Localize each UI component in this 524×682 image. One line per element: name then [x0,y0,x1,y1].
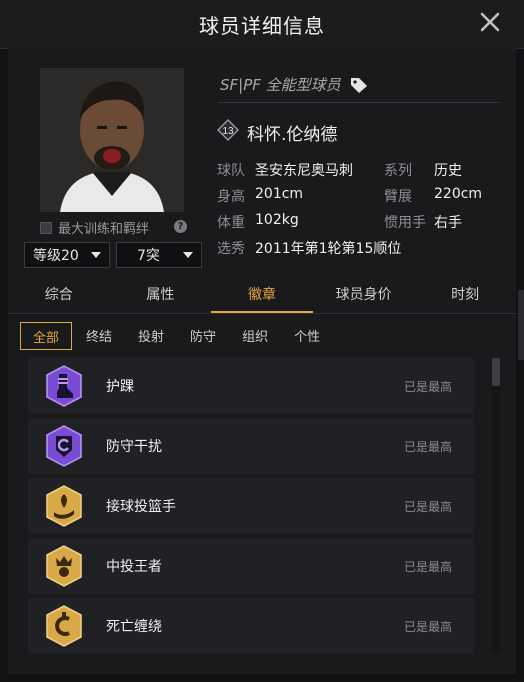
tier-select[interactable]: 7突 [116,242,202,268]
draft-label: 选秀 [217,241,245,257]
death-grip-icon [46,605,82,647]
badge-name: 中投王者 [106,559,162,575]
series-value: 历史 [434,163,462,179]
level-value: 等级20 [33,248,79,264]
draft-value: 2011年第1轮第15顺位 [255,241,402,257]
ankle-brace-icon [46,365,82,407]
jersey-number-badge: 13 [217,119,239,141]
tab-moments[interactable]: 时刻 [414,280,516,314]
team-label: 球队 [217,163,245,179]
tag-icon [350,77,367,93]
type-divider [218,102,500,103]
badge-name: 护踝 [106,379,134,395]
team-value: 圣安东尼奥马刺 [255,163,353,179]
close-icon[interactable] [478,10,502,34]
badge-row[interactable]: 死亡缠绕 已是最高 [28,598,474,654]
filter-defense[interactable]: 防守 [178,322,228,350]
header-bar: 球员详细信息 [0,0,524,49]
catch-and-shoot-icon [46,485,82,527]
tier-value: 7突 [137,248,160,264]
midrange-king-icon [46,545,82,587]
wingspan-label: 臂展 [384,189,412,205]
help-icon[interactable]: ? [174,220,187,233]
tab-overview[interactable]: 综合 [8,280,110,314]
player-type-label: SF|PF 全能型球员 [220,76,341,94]
badge-status: 已是最高 [403,619,452,634]
chevron-down-icon [183,252,193,258]
badge-status: 已是最高 [403,499,452,514]
player-type: SF|PF 全能型球员 [220,74,369,95]
badge-list: 护踝 已是最高 防守干扰 已是最高 接球投篮手 已是最高 中投王者 已是最高 死… [28,358,474,658]
badge-name: 死亡缠绕 [106,619,162,635]
dialog-title: 球员详细信息 [199,14,325,38]
hand-label: 惯用手 [384,215,426,231]
badge-filter-bar: 全部 终结 投射 防守 组织 个性 [20,322,332,350]
series-label: 系列 [384,163,412,179]
badge-status: 已是最高 [403,379,452,394]
badge-status: 已是最高 [403,439,452,454]
filter-shooting[interactable]: 投射 [126,322,176,350]
weight-value: 102kg [255,212,299,228]
tab-player-value[interactable]: 球员身价 [313,280,415,314]
badge-row[interactable]: 护踝 已是最高 [28,358,474,414]
badge-row[interactable]: 防守干扰 已是最高 [28,418,474,474]
badge-name: 防守干扰 [106,439,162,455]
svg-text:13: 13 [222,126,234,137]
weight-label: 体重 [217,215,245,231]
filter-finishing[interactable]: 终结 [74,322,124,350]
badge-name: 接球投篮手 [106,499,176,515]
tab-badges[interactable]: 徽章 [211,280,313,314]
height-label: 身高 [217,189,245,205]
training-checkbox[interactable] [40,221,52,234]
filter-all[interactable]: 全部 [20,322,73,350]
scrollbar-thumb[interactable] [492,358,500,386]
chevron-down-icon [91,252,101,258]
filter-playmaking[interactable]: 组织 [230,322,280,350]
training-toggle[interactable]: 最大训练和羁绊 [40,218,149,237]
wingspan-value: 220cm [434,186,483,202]
height-value: 201cm [255,186,304,202]
player-name: 科怀.伦纳德 [247,125,338,145]
filter-personality[interactable]: 个性 [282,322,332,350]
badge-list-scrollbar[interactable] [492,358,500,654]
training-label: 最大训练和羁绊 [58,222,150,237]
player-portrait [40,68,184,212]
badge-row[interactable]: 中投王者 已是最高 [28,538,474,594]
tab-bar: 综合 属性 徽章 球员身价 时刻 [8,280,516,314]
badge-status: 已是最高 [403,559,452,574]
defensive-disruption-icon [46,425,82,467]
badge-row[interactable]: 接球投篮手 已是最高 [28,478,474,534]
window-edge-scrollbar [518,290,524,360]
tab-divider [8,313,516,314]
hand-value: 右手 [434,215,462,231]
tab-attributes[interactable]: 属性 [110,280,212,314]
level-select[interactable]: 等级20 [24,242,110,268]
